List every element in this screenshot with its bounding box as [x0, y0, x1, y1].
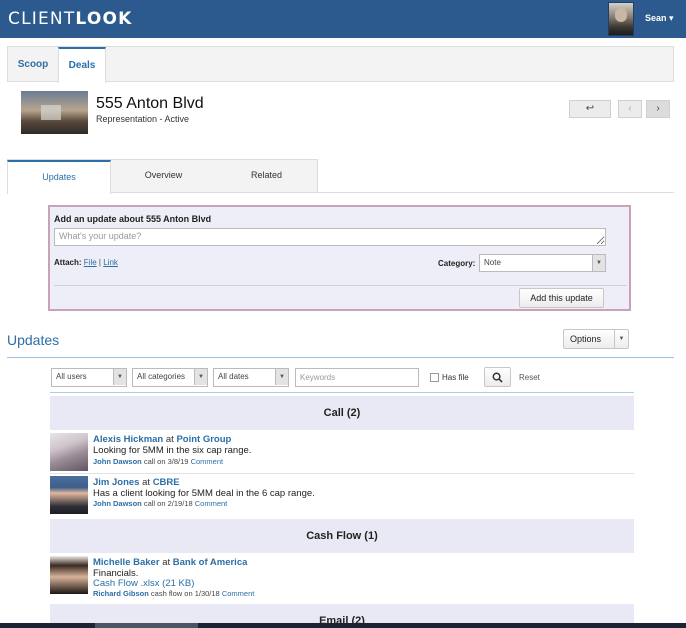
- chevron-down-icon: ▼: [113, 369, 126, 385]
- chevron-down-icon: ▼: [614, 330, 628, 348]
- update-text-input[interactable]: [54, 228, 606, 246]
- clientlook-logo[interactable]: CLIENTLOOK: [8, 9, 133, 29]
- filters-divider: [50, 392, 634, 393]
- options-label: Options: [570, 334, 602, 344]
- user-menu[interactable]: Sean ▾: [645, 13, 674, 24]
- author-name[interactable]: John Dawson: [93, 499, 142, 508]
- next-deal-button[interactable]: ›: [646, 100, 670, 118]
- form-divider: [54, 285, 627, 286]
- attach-row: Attach: File | Link: [54, 258, 118, 267]
- add-update-title: Add an update about 555 Anton Blvd: [54, 214, 212, 224]
- at-text: at: [162, 557, 171, 568]
- group-header-cash-flow: Cash Flow (1): [50, 519, 634, 553]
- add-update-button[interactable]: Add this update: [519, 288, 604, 308]
- logo-text-bold: LOOK: [75, 9, 133, 29]
- tab-updates[interactable]: Updates: [7, 160, 111, 194]
- company-link[interactable]: Point Group: [176, 434, 231, 445]
- contact-avatar[interactable]: [50, 556, 88, 594]
- has-file-label: Has file: [442, 373, 469, 382]
- deal-section-tabs: Updates Overview Related: [7, 159, 318, 194]
- company-link[interactable]: CBRE: [153, 477, 180, 488]
- attach-label: Attach:: [54, 258, 82, 267]
- logo-text-light: CLIENT: [8, 9, 76, 29]
- deal-title: 555 Anton Blvd: [96, 95, 204, 112]
- author-name[interactable]: John Dawson: [93, 457, 142, 466]
- tab-scoop[interactable]: Scoop: [8, 47, 58, 82]
- categories-filter-value: All categories: [137, 372, 186, 381]
- comment-link[interactable]: Comment: [222, 589, 255, 598]
- update-meta: John Dawson call on 3/8/19 Comment: [93, 457, 223, 466]
- update-meta-text: call on 2/19/18: [141, 499, 195, 508]
- deal-photo: [21, 91, 88, 134]
- comment-link[interactable]: Comment: [195, 499, 228, 508]
- feed-item-header: Alexis Hickman at Point Group: [93, 434, 231, 445]
- author-name[interactable]: Richard Gibson: [93, 589, 149, 598]
- options-button[interactable]: Options ▼: [563, 329, 629, 349]
- chevron-right-icon: ›: [656, 103, 660, 114]
- deal-status: Representation - Active: [96, 114, 190, 124]
- search-icon: [492, 372, 503, 383]
- dates-filter-value: All dates: [218, 372, 249, 381]
- at-text: at: [142, 477, 151, 488]
- tab-overview[interactable]: Overview: [112, 160, 215, 193]
- reset-filters-link[interactable]: Reset: [519, 373, 540, 382]
- chevron-down-icon: ▼: [275, 369, 288, 385]
- chevron-left-icon: ‹: [628, 103, 632, 114]
- update-meta: Richard Gibson cash flow on 1/30/18 Comm…: [93, 589, 254, 598]
- tab-deals[interactable]: Deals: [58, 47, 106, 83]
- category-label: Category:: [438, 259, 476, 268]
- add-update-form: Add an update about 555 Anton Blvd Attac…: [48, 205, 631, 311]
- attach-separator: |: [98, 258, 101, 267]
- attach-link-link[interactable]: Link: [103, 258, 118, 267]
- update-meta-text: cash flow on 1/30/18: [148, 589, 222, 598]
- keywords-input[interactable]: [295, 368, 419, 387]
- previous-deal-button[interactable]: ‹: [618, 100, 642, 118]
- update-text: Looking for 5MM in the six cap range.: [93, 445, 252, 456]
- group-header-call: Call (2): [50, 396, 634, 430]
- tab-related[interactable]: Related: [215, 160, 318, 193]
- contact-avatar[interactable]: [50, 433, 88, 471]
- user-avatar[interactable]: [608, 2, 634, 36]
- updates-divider: [7, 357, 674, 358]
- item-divider: [50, 473, 634, 474]
- chevron-down-icon: ▼: [194, 369, 207, 385]
- at-text: at: [165, 434, 174, 445]
- contact-link[interactable]: Jim Jones: [93, 477, 139, 488]
- update-meta-text: call on 3/8/19: [141, 457, 191, 466]
- dates-filter-select[interactable]: All dates ▼: [213, 368, 289, 387]
- contact-link[interactable]: Michelle Baker: [93, 557, 160, 568]
- attach-file-link[interactable]: File: [84, 258, 97, 267]
- categories-filter-select[interactable]: All categories ▼: [132, 368, 208, 387]
- search-button[interactable]: [484, 367, 511, 387]
- contact-avatar[interactable]: [50, 476, 88, 514]
- top-bar: CLIENTLOOK Sean ▾: [0, 0, 686, 38]
- category-select[interactable]: Note ▼: [479, 254, 606, 272]
- primary-nav: Scoop Deals: [7, 46, 674, 83]
- reply-icon: ↩: [585, 103, 595, 114]
- has-file-checkbox[interactable]: [430, 373, 439, 382]
- chevron-down-icon: ▼: [592, 255, 605, 271]
- taskbar-strip: [0, 623, 686, 628]
- updates-heading: Updates: [7, 332, 60, 348]
- category-value: Note: [484, 258, 501, 267]
- users-filter-value: All users: [56, 372, 87, 381]
- contact-link[interactable]: Alexis Hickman: [93, 434, 163, 445]
- tabs-divider: [318, 192, 674, 193]
- update-text: Has a client looking for 5MM deal in the…: [93, 488, 315, 499]
- comment-link[interactable]: Comment: [191, 457, 224, 466]
- users-filter-select[interactable]: All users ▼: [51, 368, 127, 387]
- update-meta: John Dawson call on 2/19/18 Comment: [93, 499, 227, 508]
- back-button[interactable]: ↩: [569, 100, 611, 118]
- company-link[interactable]: Bank of America: [173, 557, 248, 568]
- feed-item-header: Jim Jones at CBRE: [93, 477, 180, 488]
- attached-file-link[interactable]: Cash Flow .xlsx (21 KB): [93, 578, 194, 589]
- feed-item-header: Michelle Baker at Bank of America: [93, 557, 247, 568]
